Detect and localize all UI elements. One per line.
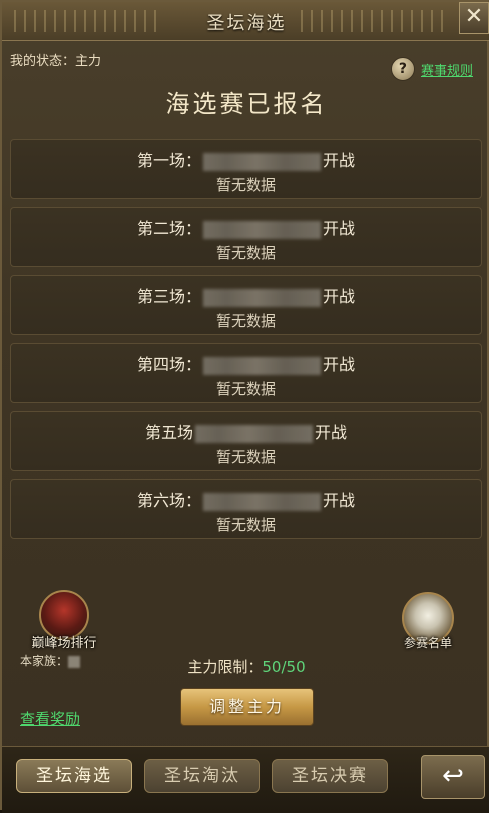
tab-sanctum-final[interactable]: 圣坛决赛 xyxy=(272,759,388,793)
peak-ranking-label: 巅峰场排行 xyxy=(31,636,97,651)
back-button[interactable]: ↩ xyxy=(421,755,485,799)
round-result: 暂无数据 xyxy=(215,380,276,398)
round-result: 暂无数据 xyxy=(215,312,276,330)
signup-headline: 海选赛已报名 xyxy=(165,90,328,118)
round-start-text: 开战 xyxy=(315,423,348,442)
round-label: 第二场： xyxy=(136,219,201,238)
round-label: 第三场： xyxy=(136,287,201,306)
round-schedule: 第三场： 开战 xyxy=(11,283,481,307)
redacted-time xyxy=(203,356,321,375)
round-start-text: 开战 xyxy=(323,151,356,170)
round-card-4: 第四场： 开战 暂无数据 xyxy=(10,343,482,403)
panel-title: 圣坛海选 xyxy=(206,13,287,34)
redacted-time xyxy=(203,288,321,307)
round-start-text: 开战 xyxy=(323,287,356,306)
adjust-main-force-button[interactable]: 调整主力 xyxy=(180,688,314,726)
round-card-5: 第五场 开战 暂无数据 xyxy=(10,411,482,471)
round-card-2: 第二场： 开战 暂无数据 xyxy=(10,207,482,267)
round-label: 第五场 xyxy=(144,423,193,442)
round-result: 暂无数据 xyxy=(215,244,276,262)
redacted-time xyxy=(195,424,313,443)
limit-value: 50/50 xyxy=(262,658,306,676)
main-force-limit: 主力限制：50/50 xyxy=(2,656,489,677)
close-icon: ✕ xyxy=(464,4,484,29)
round-result: 暂无数据 xyxy=(215,516,276,534)
return-arrow-icon: ↩ xyxy=(442,761,464,791)
title-bar: 圣坛海选 ✕ xyxy=(2,2,489,41)
roster-button[interactable]: 参赛名单 xyxy=(393,592,463,651)
round-card-3: 第三场： 开战 暂无数据 xyxy=(10,275,482,335)
peak-ranking-button[interactable]: 巅峰场排行 xyxy=(14,590,114,651)
redacted-time xyxy=(203,220,321,239)
round-schedule: 第六场： 开战 xyxy=(11,487,481,511)
round-result: 暂无数据 xyxy=(215,176,276,194)
round-schedule: 第五场 开战 xyxy=(11,419,481,443)
close-button[interactable]: ✕ xyxy=(459,2,489,34)
my-status: 我的状态：主力 xyxy=(10,54,102,69)
tab-sanctum-elimination[interactable]: 圣坛淘汰 xyxy=(144,759,260,793)
round-label: 第六场： xyxy=(136,491,201,510)
roster-label: 参赛名单 xyxy=(403,636,452,650)
round-start-text: 开战 xyxy=(323,219,356,238)
redacted-time xyxy=(203,492,321,511)
round-card-1: 第一场： 开战 暂无数据 xyxy=(10,139,482,199)
rules-link[interactable]: 赛事规则 xyxy=(421,60,473,79)
limit-label: 主力限制： xyxy=(187,658,263,676)
rules-button[interactable]: ? 赛事规则 xyxy=(390,56,473,82)
round-label: 第一场： xyxy=(136,151,201,170)
bottom-tab-bar: 圣坛海选 圣坛淘汰 圣坛决赛 ↩ xyxy=(2,746,489,813)
round-start-text: 开战 xyxy=(323,355,356,374)
round-start-text: 开战 xyxy=(323,491,356,510)
round-schedule: 第一场： 开战 xyxy=(11,147,481,171)
round-result: 暂无数据 xyxy=(215,448,276,466)
view-rewards-link[interactable]: 查看奖励 xyxy=(20,708,80,729)
game-panel: 圣坛海选 ✕ 我的状态：主力 ? 赛事规则 海选赛已报名 第一场： 开战 暂无数据… xyxy=(0,0,489,813)
round-schedule: 第四场： 开战 xyxy=(11,351,481,375)
round-card-6: 第六场： 开战 暂无数据 xyxy=(10,479,482,539)
redacted-time xyxy=(203,152,321,171)
help-icon: ? xyxy=(390,57,415,81)
round-label: 第四场： xyxy=(136,355,201,374)
round-schedule: 第二场： 开战 xyxy=(11,215,481,239)
tab-sanctum-audition[interactable]: 圣坛海选 xyxy=(16,759,132,793)
